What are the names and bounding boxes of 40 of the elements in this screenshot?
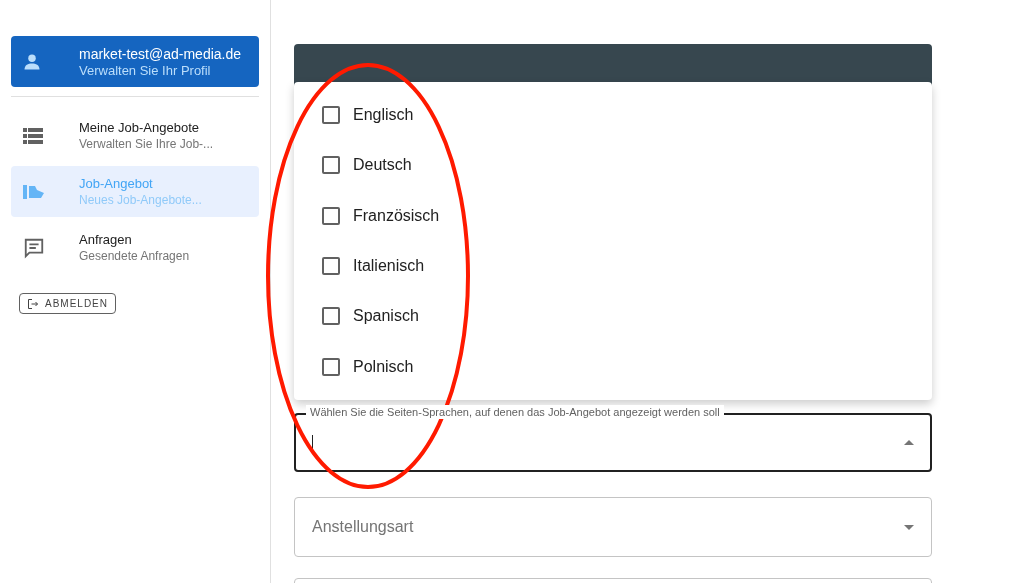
profile-subtitle: Verwalten Sie Ihr Profil [79, 62, 212, 79]
checkbox[interactable] [322, 106, 340, 125]
profile-email: market-test@ad-media.de [79, 44, 242, 63]
select-placeholder: Anstellungsart [312, 517, 414, 537]
logout-button[interactable]: ABMELDEN [19, 293, 116, 314]
option-label: Französisch [353, 205, 440, 226]
item-title: Job-Angebot [79, 175, 154, 192]
list-icon [23, 127, 43, 144]
caret-up-icon [904, 440, 914, 445]
employment-type-select[interactable]: Anstellungsart [294, 497, 932, 557]
language-option[interactable]: Englisch [294, 90, 932, 141]
option-label: Polnisch [353, 356, 414, 377]
caret-down-icon [904, 524, 914, 530]
language-option[interactable]: Polnisch [294, 341, 932, 392]
checkbox[interactable] [322, 357, 340, 376]
logout-icon [27, 297, 39, 310]
sidebar-item[interactable]: Anfragen Gesendete Anfragen [11, 222, 259, 273]
item-title: Anfragen [79, 231, 133, 248]
option-label: Spanisch [353, 306, 419, 327]
checkbox[interactable] [322, 206, 340, 225]
language-option[interactable]: Spanisch [294, 291, 932, 342]
language-option[interactable]: Italienisch [294, 241, 932, 292]
option-label: Italienisch [353, 256, 425, 277]
sidebar-item[interactable]: Meine Job-Angebote Verwalten Sie Ihre Job-... [11, 110, 259, 161]
checkbox[interactable] [322, 156, 340, 175]
option-label: Deutsch [353, 155, 412, 176]
option-label: Englisch [353, 105, 414, 126]
item-subtitle: Gesendete Anfragen [79, 247, 190, 264]
person-icon [23, 52, 41, 71]
item-subtitle: Neues Job-Angebote... [79, 191, 202, 208]
item-subtitle: Verwalten Sie Ihre Job-... [79, 135, 214, 152]
hand-icon [23, 184, 45, 199]
language-option[interactable]: Französisch [294, 190, 932, 241]
item-title: Meine Job-Angebote [79, 119, 200, 136]
language-option[interactable]: Deutsch [294, 140, 932, 191]
checkbox[interactable] [322, 257, 340, 276]
message-icon [23, 236, 45, 259]
field-label: Wählen Sie die Seiten-Sprachen, auf denen das Job-Angebot angezeigt werden soll [306, 405, 724, 419]
profile-card[interactable]: market-test@ad-media.de Verwalten Sie Ihr Profil [11, 36, 259, 87]
checkbox[interactable] [322, 307, 340, 326]
